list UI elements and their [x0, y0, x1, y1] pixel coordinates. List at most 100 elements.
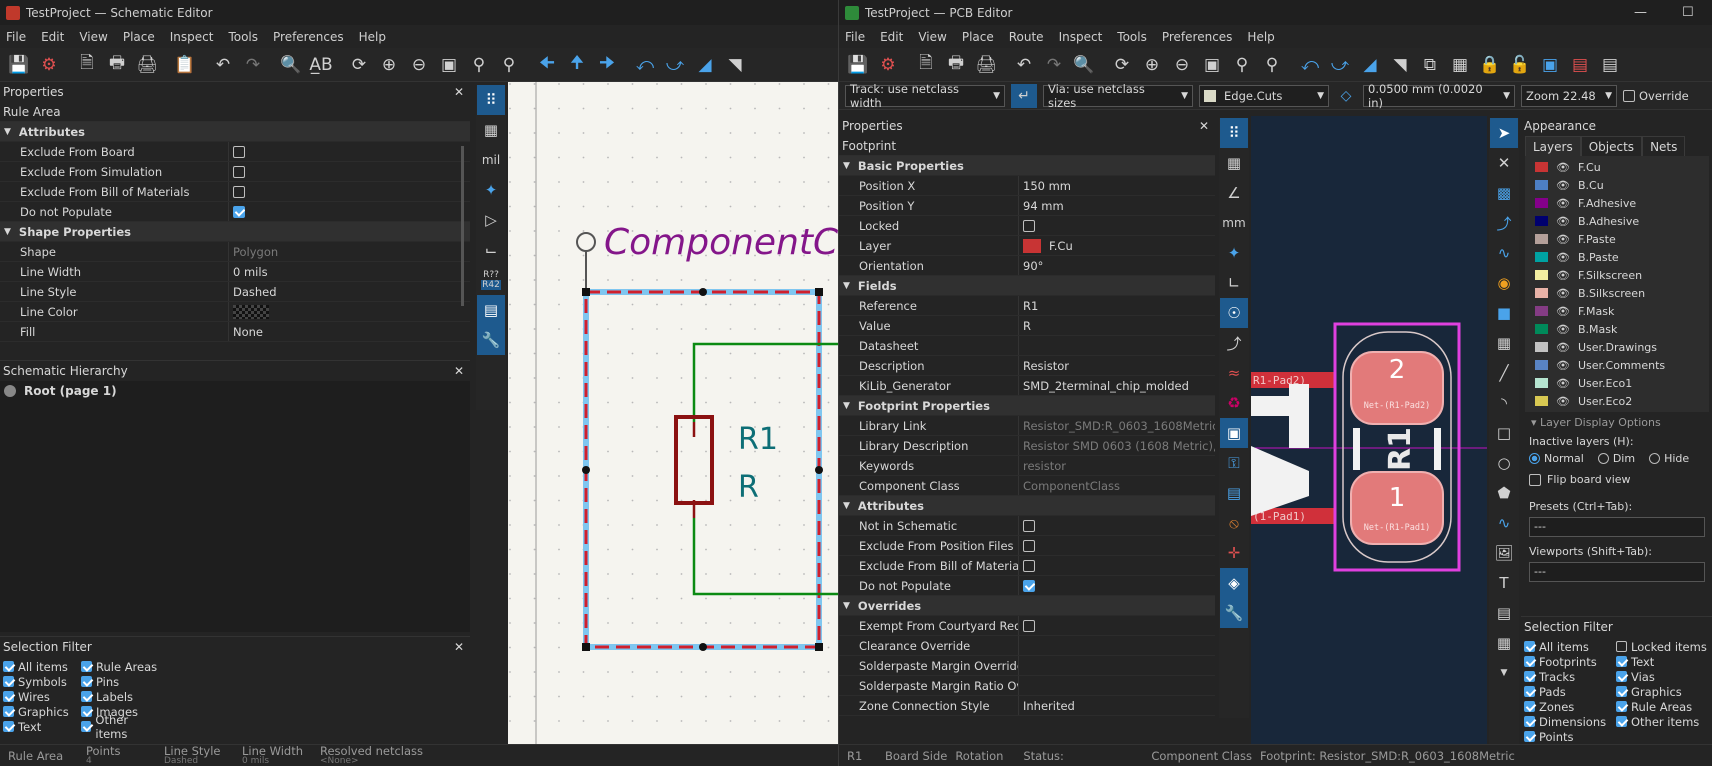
filter-checkbox[interactable]: [1524, 701, 1535, 712]
menu-inspect[interactable]: Inspect: [170, 30, 214, 44]
minimize-icon[interactable]: —: [1634, 5, 1647, 20]
pad-display-icon[interactable]: ▣: [1220, 418, 1248, 448]
property-value[interactable]: [1019, 336, 1023, 355]
via-size-select[interactable]: Via: use netclass sizes ▼: [1043, 82, 1193, 110]
cursor-select-icon[interactable]: ✦: [1220, 238, 1248, 268]
property-value[interactable]: [1019, 556, 1035, 575]
units-icon[interactable]: mil: [477, 145, 505, 175]
zoom-in-icon[interactable]: ⊕: [1137, 51, 1167, 79]
filter-checkbox[interactable]: [1616, 641, 1627, 652]
draw-polygon-icon[interactable]: ⬟: [1490, 478, 1518, 508]
filter-text[interactable]: Text: [3, 719, 81, 734]
property-row-fill[interactable]: Fill None: [0, 322, 470, 342]
draw-bezier-icon[interactable]: ∿: [1490, 508, 1518, 538]
property-row-shape[interactable]: Shape Polygon: [0, 242, 470, 262]
eye-icon[interactable]: 👁: [1556, 233, 1570, 246]
filter-pads[interactable]: Pads: [1524, 684, 1616, 699]
property-row-exclude-from-position-files[interactable]: Exclude From Position Files: [839, 536, 1215, 556]
property-row-description[interactable]: Description Resistor: [839, 356, 1215, 376]
property-row-library-link[interactable]: Library Link Resistor_SMD:R_0603_1608Metr…: [839, 416, 1215, 436]
layer-row-f-silkscreen[interactable]: 👁 F.Silkscreen: [1525, 266, 1709, 284]
filter-checkbox[interactable]: [1616, 671, 1627, 682]
layer-row-b-adhesive[interactable]: 👁 B.Adhesive: [1525, 212, 1709, 230]
menu-place[interactable]: Place: [123, 30, 155, 44]
page-settings-icon[interactable]: 🗎: [911, 51, 941, 79]
property-value[interactable]: [229, 202, 245, 221]
save-icon[interactable]: 💾: [4, 51, 34, 79]
layer-color-swatch[interactable]: [1535, 234, 1548, 244]
navigate-up-icon[interactable]: 🠉: [562, 51, 592, 79]
filter-all-items[interactable]: All items: [3, 659, 81, 674]
redo-icon[interactable]: ↷: [1039, 51, 1069, 79]
property-value[interactable]: resistor: [1019, 456, 1066, 475]
eye-icon[interactable]: 👁: [1556, 395, 1570, 408]
filter-checkbox[interactable]: [3, 676, 14, 687]
menu-preferences[interactable]: Preferences: [273, 30, 344, 44]
override-toggle[interactable]: Override: [1623, 89, 1689, 103]
eye-icon[interactable]: 👁: [1556, 341, 1570, 354]
property-value[interactable]: R1: [1019, 296, 1038, 315]
group-icon[interactable]: ⧉: [1415, 51, 1445, 79]
add-image-icon[interactable]: 🖼: [1490, 538, 1518, 568]
section-shape-properties[interactable]: ▼ Shape Properties: [0, 222, 470, 242]
filter-all-items[interactable]: All items: [1524, 639, 1616, 654]
menu-inspect[interactable]: Inspect: [1059, 30, 1103, 44]
property-value[interactable]: 94 mm: [1019, 196, 1064, 215]
print-icon[interactable]: 🖶: [102, 51, 132, 79]
filter-checkbox[interactable]: [1616, 701, 1627, 712]
section-basic-properties[interactable]: ▼ Basic Properties: [839, 156, 1215, 176]
filter-checkbox[interactable]: [1524, 716, 1535, 727]
paste-icon[interactable]: 📋: [170, 51, 200, 79]
menu-file[interactable]: File: [845, 30, 865, 44]
plot-icon[interactable]: 🖨: [971, 51, 1001, 79]
filter-checkbox[interactable]: [1524, 731, 1535, 742]
rotate-cw-icon[interactable]: ⤻: [660, 51, 690, 79]
section-overrides[interactable]: ▼ Overrides: [839, 596, 1215, 616]
property-value[interactable]: Inherited: [1019, 696, 1075, 715]
handle[interactable]: [582, 643, 590, 651]
layer-color-swatch[interactable]: [1535, 180, 1548, 190]
property-row-exclude-from-bill-of-materials[interactable]: Exclude From Bill of Materials: [839, 556, 1215, 576]
layer-color-swatch[interactable]: [1535, 306, 1548, 316]
property-value[interactable]: Resistor_SMD:R_0603_1608Metric: [1019, 416, 1215, 435]
property-value[interactable]: ComponentClass: [1019, 476, 1120, 495]
flip-board-toggle[interactable]: Flip board view: [1521, 467, 1712, 492]
layer-row-b-paste[interactable]: 👁 B.Paste: [1525, 248, 1709, 266]
filter-checkbox[interactable]: [81, 661, 92, 672]
filter-labels[interactable]: Labels: [81, 689, 159, 704]
color-swatch[interactable]: [233, 304, 269, 319]
property-value[interactable]: [1019, 516, 1035, 535]
property-row-position-x[interactable]: Position X 150 mm: [839, 176, 1215, 196]
property-value[interactable]: [229, 302, 269, 321]
drc-icon[interactable]: ▣: [1535, 51, 1565, 79]
filter-checkbox[interactable]: [1524, 671, 1535, 682]
filter-pins[interactable]: Pins: [81, 674, 159, 689]
rule-area-icon[interactable]: ▦: [1490, 328, 1518, 358]
layer-row-f-adhesive[interactable]: 👁 F.Adhesive: [1525, 194, 1709, 212]
handle[interactable]: [815, 288, 823, 296]
handle[interactable]: [582, 288, 590, 296]
radio-button[interactable]: [1649, 453, 1661, 464]
angle-snap-icon[interactable]: ∟: [1220, 268, 1248, 298]
layer-color-swatch[interactable]: [1535, 324, 1548, 334]
handle[interactable]: [815, 466, 823, 474]
resistor-reference[interactable]: R1: [738, 422, 778, 457]
redo-icon[interactable]: ↷: [238, 51, 268, 79]
radio-button[interactable]: [1597, 453, 1609, 464]
track-display-icon[interactable]: ▤: [1220, 478, 1248, 508]
menu-view[interactable]: View: [79, 30, 107, 44]
close-icon[interactable]: ✕: [454, 640, 464, 654]
eye-icon[interactable]: 👁: [1556, 179, 1570, 192]
layer-row-f-paste[interactable]: 👁 F.Paste: [1525, 230, 1709, 248]
property-checkbox[interactable]: [233, 205, 245, 218]
curved-ratsnest-icon[interactable]: ⤴: [1220, 328, 1248, 358]
filter-checkbox[interactable]: [1616, 716, 1627, 727]
draw-line-icon[interactable]: ╱: [1490, 358, 1518, 388]
track-width-select[interactable]: Track: use netclass width ▼: [845, 82, 1005, 110]
cursor-select-icon[interactable]: ✦: [477, 175, 505, 205]
eye-icon[interactable]: 👁: [1556, 377, 1570, 390]
tab-layers[interactable]: Layers: [1525, 136, 1581, 156]
property-row-exclude-from-simulation[interactable]: Exclude From Simulation: [0, 162, 470, 182]
property-value[interactable]: [1019, 576, 1035, 595]
property-row-line-width[interactable]: Line Width 0 mils: [0, 262, 470, 282]
